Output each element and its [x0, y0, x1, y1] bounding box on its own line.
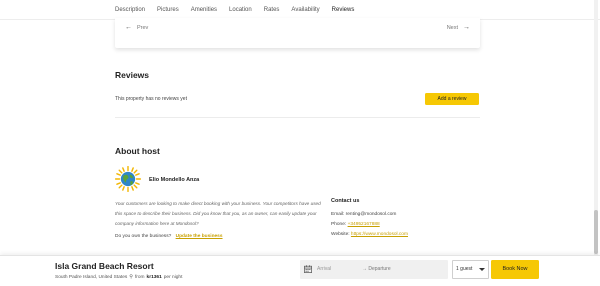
host-logo	[115, 166, 141, 192]
price-prefix: from	[134, 274, 145, 280]
host-description: Your customers are looking to make direc…	[115, 201, 321, 226]
tab-description[interactable]: Description	[115, 0, 145, 20]
website-link[interactable]: https://www.mondosol.com	[351, 232, 408, 237]
departure-input[interactable]: → Departure	[362, 260, 391, 279]
reviews-empty-text: This property has no reviews yet	[115, 96, 187, 102]
contact-email: Email: renting@mondosol.com	[331, 212, 397, 217]
tabs: Description Pictures Amenities Location …	[115, 0, 366, 20]
contact-website-line: Website: https://www.mondosol.com	[331, 232, 408, 237]
prev-button[interactable]: ← Prev	[125, 24, 148, 31]
chevron-down-icon	[479, 268, 485, 271]
add-review-button[interactable]: Add a review	[425, 93, 479, 105]
property-location: South Padre Island, United States	[55, 274, 128, 280]
tab-rates[interactable]: Rates	[264, 0, 280, 20]
divider	[115, 117, 480, 118]
map-pin-icon: ⚲	[129, 274, 133, 280]
price-suffix: per night	[163, 274, 183, 280]
about-host-title: About host	[115, 146, 160, 156]
phone-link[interactable]: +34952167888	[348, 222, 380, 227]
host-name: Elio Mondello Anza	[149, 177, 200, 183]
tab-pictures[interactable]: Pictures	[157, 0, 179, 20]
arrival-input[interactable]: Arrival	[317, 260, 367, 279]
next-button[interactable]: Next →	[447, 24, 470, 31]
book-now-button[interactable]: Book Now	[491, 260, 539, 279]
tab-location[interactable]: Location	[229, 0, 252, 20]
booking-bar: Isla Grand Beach Resort South Padre Isla…	[0, 255, 600, 286]
next-label: Next	[446, 24, 458, 31]
calendar-icon	[304, 265, 312, 273]
guests-value: 1 guest	[456, 266, 473, 272]
contact-title: Contact us	[331, 198, 360, 204]
own-business-line: Do you own the business? Update the busi…	[115, 234, 223, 239]
arrow-left-icon: ←	[125, 24, 132, 31]
arrow-right-icon: →	[463, 24, 470, 31]
tab-amenities[interactable]: Amenities	[191, 0, 217, 20]
tab-bar: Description Pictures Amenities Location …	[0, 0, 600, 20]
website-label: Website:	[331, 232, 350, 237]
scrollbar-thumb[interactable]	[594, 210, 598, 254]
update-business-link[interactable]: Update the business	[176, 234, 223, 239]
contact-phone-line: Phone: +34952167888	[331, 222, 380, 227]
property-location-line: South Padre Island, United States ⚲ from…	[55, 274, 182, 280]
guests-select[interactable]: 1 guest	[452, 260, 489, 279]
tab-availability[interactable]: Availability	[291, 0, 319, 20]
own-business-question: Do you own the business?	[115, 234, 172, 239]
tab-reviews[interactable]: Reviews	[331, 0, 355, 20]
scrollbar[interactable]	[594, 0, 598, 256]
reviews-title: Reviews	[115, 70, 150, 80]
date-range-picker[interactable]: Arrival → Departure	[300, 260, 448, 279]
pager-card: ← Prev Next →	[115, 18, 480, 48]
price-value: kr1361	[146, 274, 162, 280]
phone-label: Phone:	[331, 222, 347, 227]
property-name: Isla Grand Beach Resort	[55, 261, 154, 271]
prev-label: Prev	[137, 24, 149, 31]
